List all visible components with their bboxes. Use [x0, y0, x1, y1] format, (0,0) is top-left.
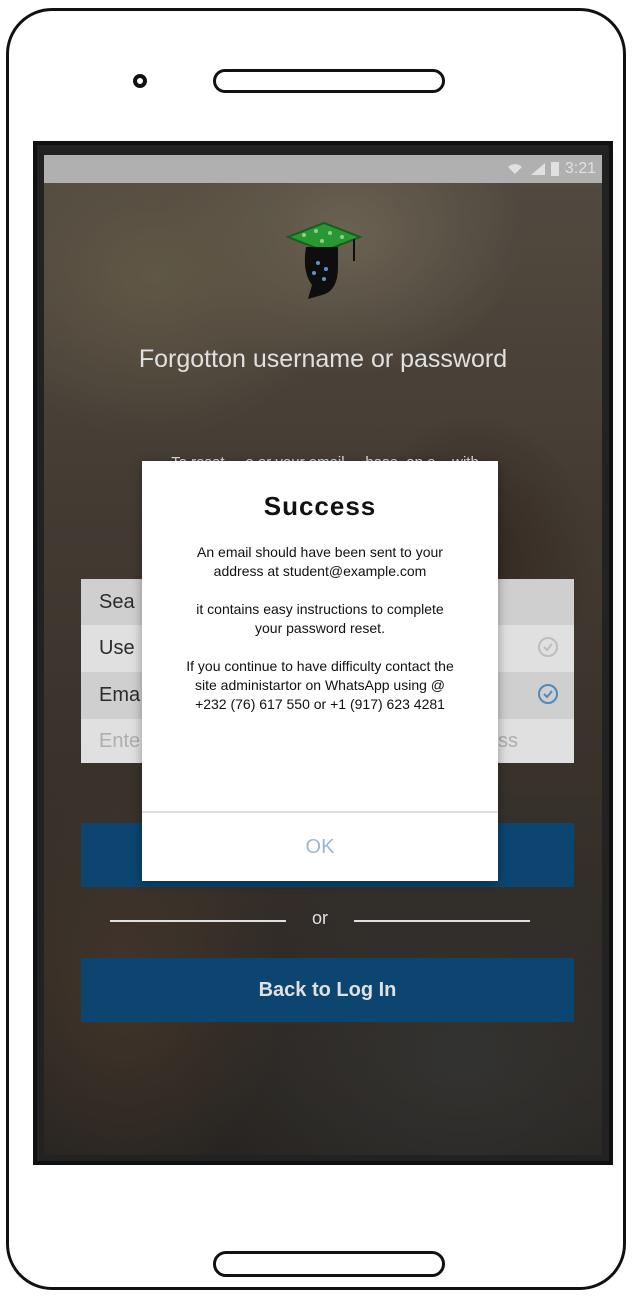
- home-button[interactable]: [213, 1251, 445, 1277]
- ok-button[interactable]: OK: [142, 813, 498, 881]
- app-screen: 3:21 Forgotton username or password To r…: [44, 155, 602, 1155]
- speaker-grille: [213, 69, 445, 93]
- dialog-message-instructions: it contains easy instructions to complet…: [196, 601, 444, 636]
- dialog-message-contact: If you continue to have difficulty conta…: [186, 658, 454, 712]
- dialog-message: An email should have been sent to your a…: [184, 543, 456, 733]
- dialog-title: Success: [263, 491, 377, 521]
- dialog-message-sent: An email should have been sent to your a…: [197, 544, 443, 579]
- success-dialog: Success An email should have been sent t…: [142, 461, 498, 881]
- camera-icon: [133, 74, 147, 88]
